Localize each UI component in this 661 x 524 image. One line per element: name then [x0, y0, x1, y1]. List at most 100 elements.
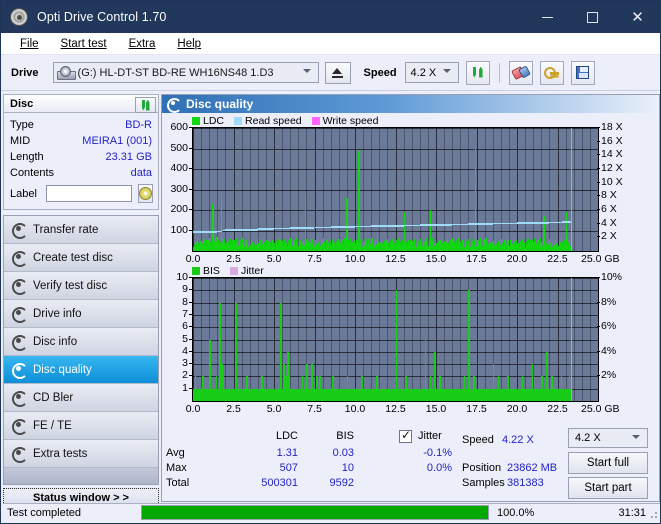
sidebar-item-disc-info[interactable]: Disc info	[4, 328, 158, 356]
gridline-horizontal	[193, 169, 598, 170]
x-axis-tick-label: 10.0	[338, 253, 372, 265]
chart-bar	[386, 389, 388, 401]
y2-axis-tick-label: 10 X	[601, 176, 623, 188]
chart-bar	[551, 376, 553, 401]
fe-te-icon	[11, 419, 26, 433]
y2-axis-tick	[597, 168, 600, 169]
transfer-rate-icon	[11, 223, 26, 237]
menu-start-test[interactable]: Start test	[50, 38, 118, 50]
chart-bar	[337, 389, 339, 401]
eject-button[interactable]	[325, 62, 351, 84]
legend-label-read-speed: Read speed	[245, 115, 302, 127]
chart-bar	[449, 389, 451, 401]
refresh-button[interactable]	[466, 61, 490, 85]
save-floppy-icon	[576, 66, 589, 79]
disc-label-row: Label	[10, 184, 152, 203]
test-speed-select[interactable]: 4.2 X	[568, 428, 648, 448]
title-bar: Opti Drive Control 1.70 ✕	[1, 1, 660, 33]
drive-icon	[57, 66, 74, 80]
x-axis-tick-label: 17.5	[460, 403, 494, 415]
disc-label-button[interactable]	[138, 184, 153, 203]
menu-extra[interactable]: Extra	[118, 38, 167, 50]
minimize-button[interactable]	[525, 1, 570, 33]
chart-bar	[225, 389, 227, 401]
read-speed-line	[404, 225, 420, 227]
y2-axis-tick	[597, 182, 600, 183]
legend-swatch-read-speed	[234, 117, 242, 125]
start-full-button[interactable]: Start full	[568, 452, 648, 474]
y2-axis-tick-label: 16 X	[601, 135, 623, 147]
chevron-down-icon	[443, 68, 451, 76]
chart-bar	[271, 389, 273, 401]
sidebar-item-extra-tests[interactable]: Extra tests	[4, 440, 158, 468]
y-axis-tick	[189, 189, 192, 190]
drive-select[interactable]: (G:) HL-DT-ST BD-RE WH16NS48 1.D3	[53, 62, 319, 83]
chart-bar	[522, 376, 524, 401]
jitter-checkbox[interactable]	[399, 430, 412, 443]
erase-button[interactable]	[509, 61, 533, 85]
legend-swatch-jitter	[230, 267, 238, 275]
close-button[interactable]: ✕	[615, 1, 660, 33]
disc-quality-icon	[167, 98, 180, 111]
chart-bar	[332, 376, 334, 401]
y-axis-tick-label: 8	[162, 296, 188, 308]
legend-swatch-ldc	[192, 117, 200, 125]
keys-button[interactable]	[540, 61, 564, 85]
test-speed-value: 4.2 X	[575, 432, 601, 444]
extra-tests-icon	[11, 447, 26, 461]
disc-panel-body: Type BD-R MID MEIRA1 (001) Length 23.31 …	[3, 113, 159, 210]
speed-label: Speed	[364, 67, 397, 79]
resize-grip[interactable]	[648, 509, 658, 519]
legend-label-jitter: Jitter	[241, 265, 264, 277]
disc-label-input[interactable]	[46, 185, 132, 202]
y2-axis-tick-label: 14 X	[601, 148, 623, 160]
verify-test-disc-icon	[11, 279, 26, 293]
speed-select[interactable]: 4.2 X	[405, 62, 459, 83]
eject-icon	[332, 67, 343, 78]
chart-bar	[541, 376, 543, 401]
toolbar-separator	[499, 63, 500, 83]
disc-refresh-button[interactable]	[135, 97, 156, 113]
y2-axis-tick	[597, 236, 600, 237]
y-axis-tick-label: 1	[162, 382, 188, 394]
sidebar-item-disc-quality[interactable]: Disc quality	[4, 356, 158, 384]
save-button[interactable]	[571, 61, 595, 85]
y-axis-tick	[189, 375, 192, 376]
sidebar-item-drive-info[interactable]: Drive info	[4, 300, 158, 328]
menu-file[interactable]: File	[9, 38, 50, 50]
menu-help[interactable]: Help	[166, 38, 212, 50]
stats-avg-ldc: 1.31	[258, 447, 298, 459]
window-controls: ✕	[525, 1, 660, 33]
y-axis-tick-label: 400	[162, 162, 188, 174]
progress-percent: 100.0%	[489, 507, 577, 519]
sidebar-item-verify-test-disc[interactable]: Verify test disc	[4, 272, 158, 300]
status-window-label: Status window > >	[33, 492, 129, 504]
chevron-down-icon	[303, 68, 311, 76]
x-axis-tick-label: 0.0	[176, 403, 210, 415]
y2-axis-tick-label: 8%	[601, 296, 616, 308]
stats-max-ldc: 507	[258, 462, 298, 474]
maximize-button[interactable]	[570, 1, 615, 33]
chart-bar	[561, 376, 563, 401]
sidebar-item-fe-te[interactable]: FE / TE	[4, 412, 158, 440]
x-axis-tick-label: 12.5	[379, 403, 413, 415]
stats-position-label: Position	[462, 462, 501, 474]
chart-bar	[454, 389, 456, 401]
disc-row-mid: MID MEIRA1 (001)	[10, 133, 152, 149]
y-axis-tick	[189, 289, 192, 290]
y-axis-tick-label: 300	[162, 183, 188, 195]
end-of-data-marker	[571, 278, 573, 401]
chart-bar	[199, 389, 201, 401]
start-part-button[interactable]: Start part	[568, 477, 648, 499]
chart-bar	[430, 376, 432, 401]
sidebar-item-transfer-rate[interactable]: Transfer rate	[4, 216, 158, 244]
chart-bar	[361, 376, 363, 401]
x-axis-tick-label: 7.5	[298, 403, 332, 415]
read-speed-line	[533, 222, 549, 224]
chart-bar	[302, 376, 304, 401]
sidebar-item-cd-bler[interactable]: CD Bler	[4, 384, 158, 412]
chart-bar	[276, 389, 278, 401]
chevron-down-icon	[632, 434, 640, 442]
y-axis-tick-label: 10	[162, 271, 188, 283]
sidebar-item-create-test-disc[interactable]: Create test disc	[4, 244, 158, 272]
